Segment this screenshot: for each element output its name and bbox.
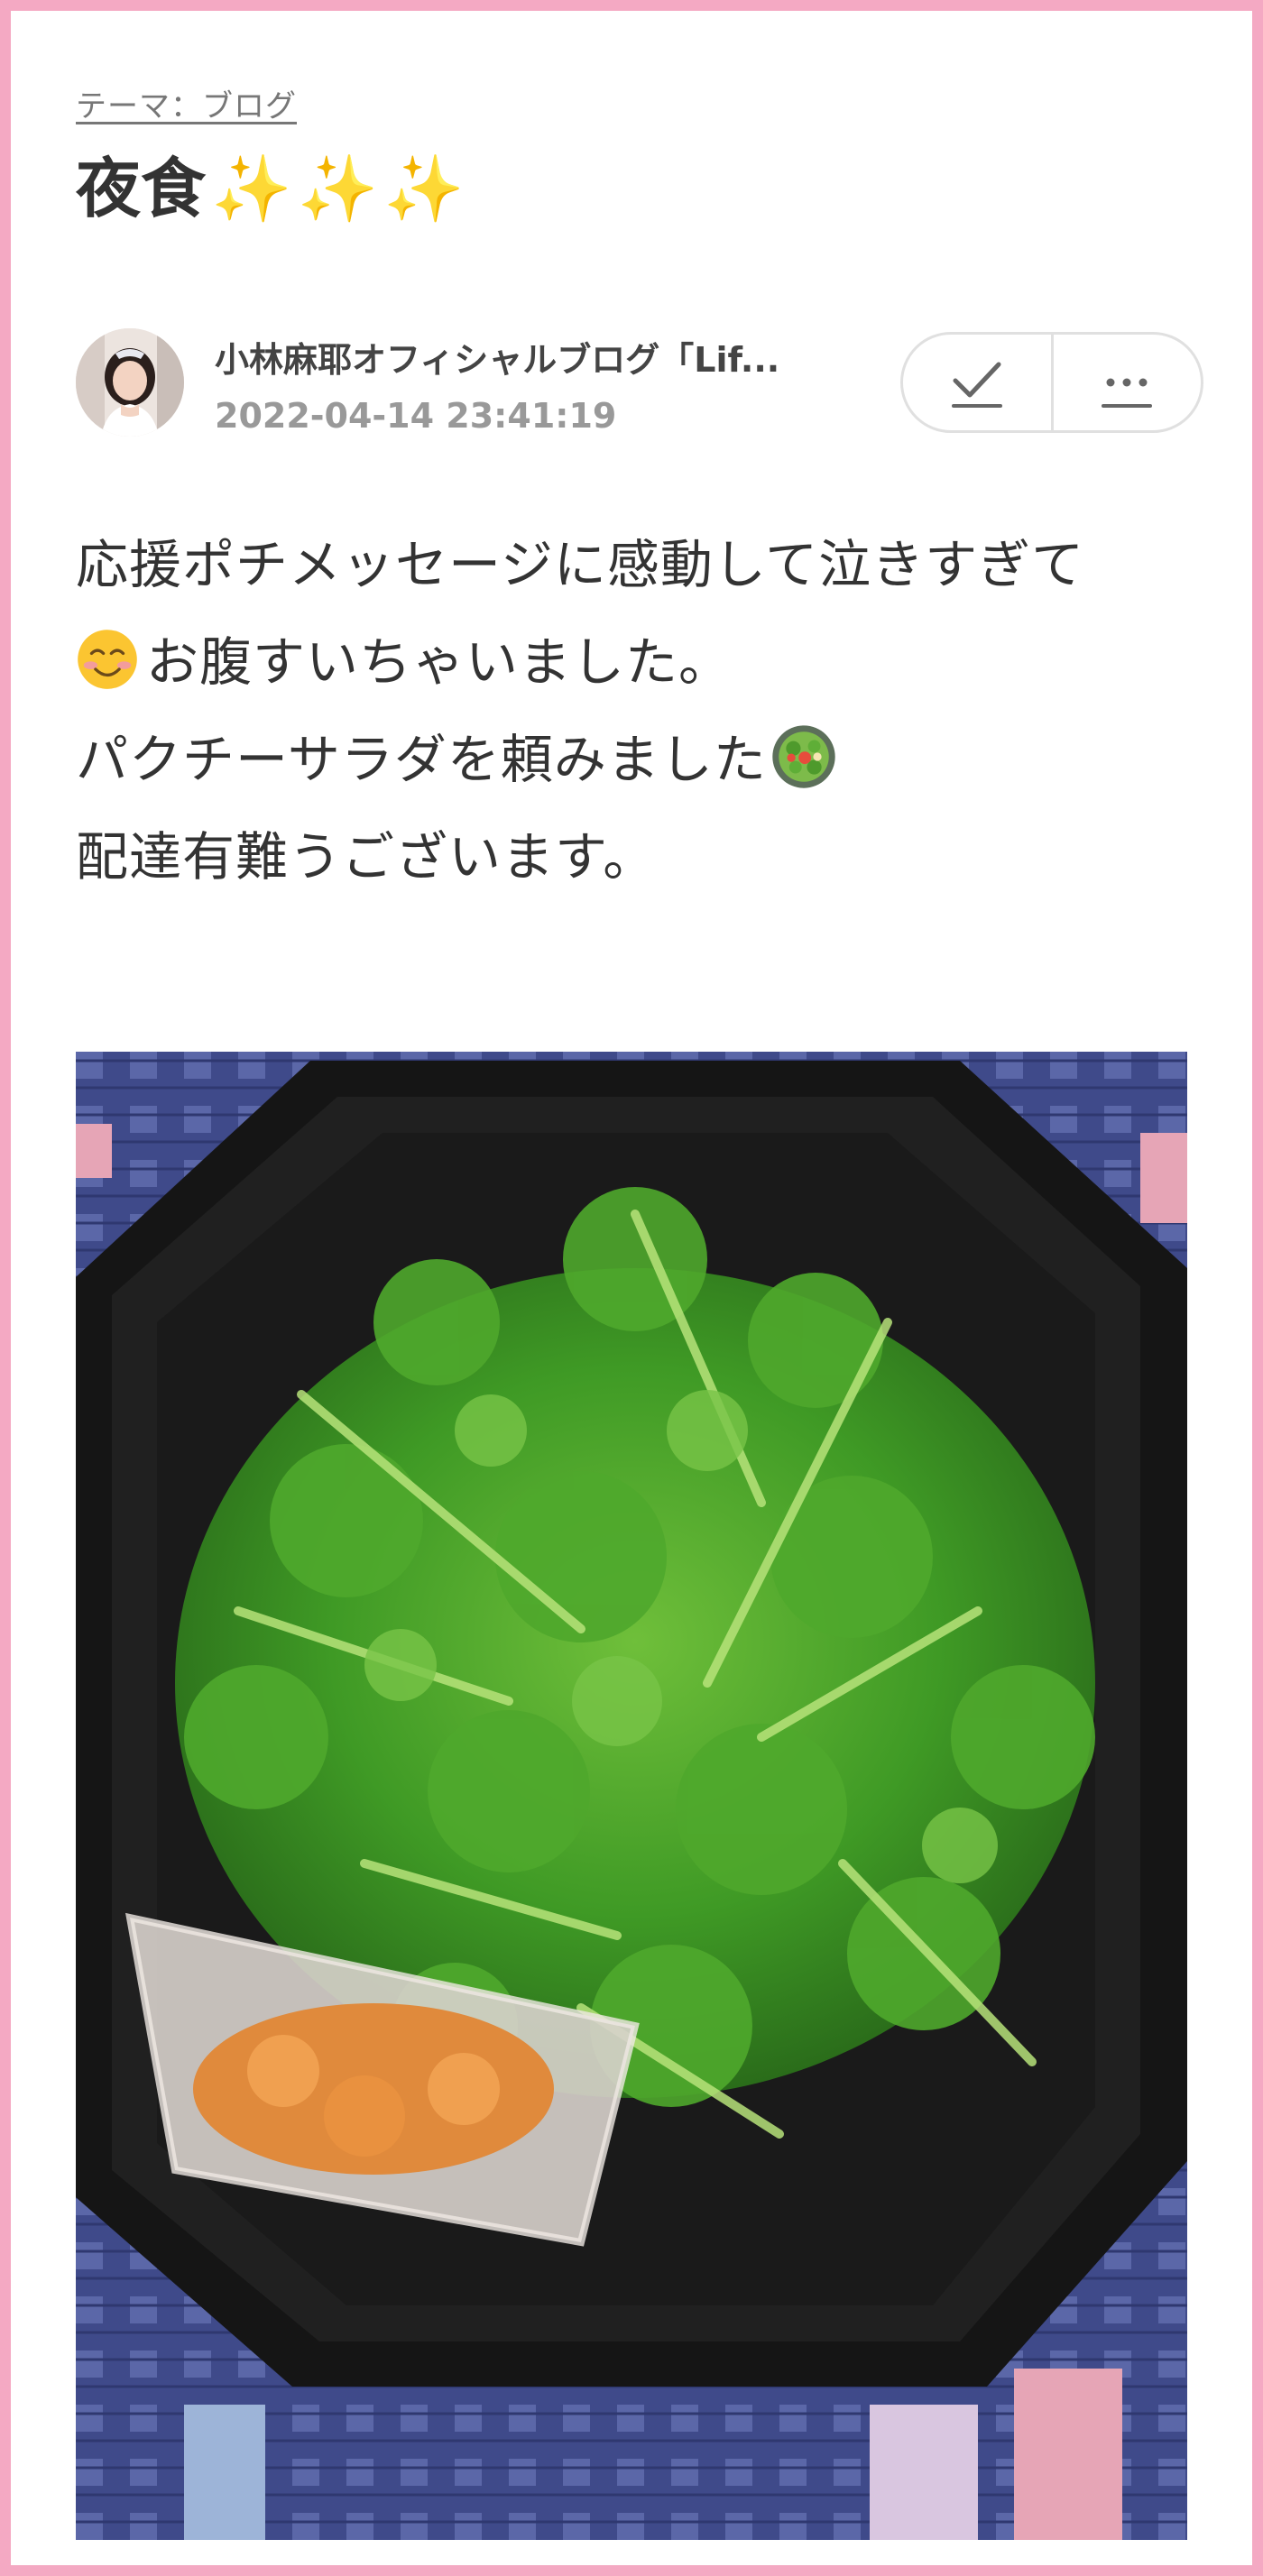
- post-title-text: 夜食: [76, 151, 207, 226]
- avatar-image: [76, 328, 184, 437]
- more-button[interactable]: [1050, 335, 1202, 430]
- theme-link[interactable]: テーマ：ブログ: [76, 81, 297, 125]
- body-line-2: お腹すいちゃいました。: [76, 613, 1203, 711]
- author-name[interactable]: 小林麻耶オフィシャルブログ「Lif...: [215, 332, 846, 382]
- more-icon: [1102, 378, 1153, 408]
- post-actions: [900, 332, 1203, 433]
- author-row: 小林麻耶オフィシャルブログ「Lif... 2022-04-14 23:41:19: [76, 323, 1203, 440]
- check-button[interactable]: [903, 335, 1051, 430]
- author-avatar[interactable]: [76, 328, 184, 437]
- body-line-2-text: お腹すいちゃいました。: [146, 631, 733, 693]
- author-meta: 小林麻耶オフィシャルブログ「Lif... 2022-04-14 23:41:19: [215, 332, 846, 436]
- body-line-4: 配達有難うございます。: [76, 826, 657, 888]
- green-salad-emoji: [772, 725, 835, 788]
- body-line-3-text: パクチーサラダを頼みました: [76, 729, 767, 790]
- sparkles-emoji: ✨✨✨: [211, 151, 470, 226]
- salad-photo[interactable]: [76, 1052, 1187, 2540]
- smiling-face-emoji: [78, 630, 137, 689]
- post-title: 夜食✨✨✨: [76, 151, 470, 226]
- salad-image: [76, 1052, 1187, 2540]
- check-icon: [951, 362, 1002, 408]
- body-line-3: パクチーサラダを頼みました: [76, 711, 1203, 808]
- post-body: 応援ポチメッセージに感動して泣きすぎて お腹すいちゃいました。 パクチーサラダを…: [76, 516, 1203, 906]
- post-date: 2022-04-14 23:41:19: [215, 396, 617, 436]
- body-line-1: 応援ポチメッセージに感動して泣きすぎて: [76, 534, 1085, 595]
- blog-page: テーマ：ブログ 夜食✨✨✨ 小林麻耶オフィシャルブログ「Lif... 2022-…: [11, 11, 1252, 2565]
